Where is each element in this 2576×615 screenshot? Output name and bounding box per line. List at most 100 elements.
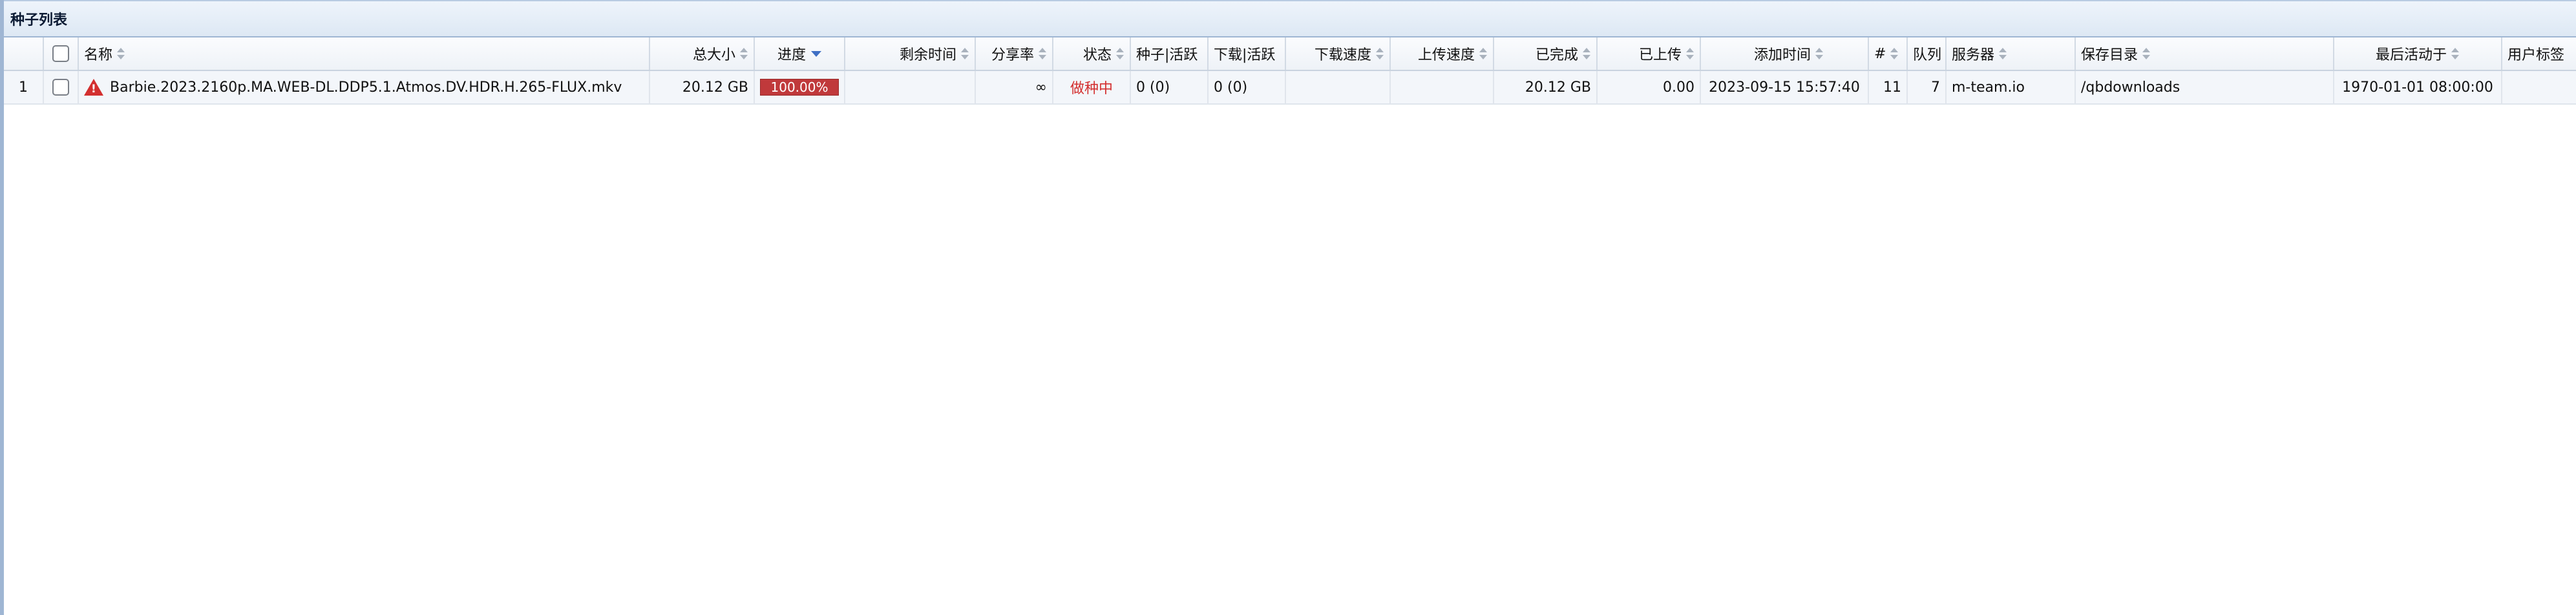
row-upspeed-cell	[1391, 71, 1494, 103]
row-hash-value: 11	[1883, 79, 1901, 96]
sort-arrows-icon	[739, 47, 748, 61]
col-header-queue[interactable]: 队列	[1908, 37, 1947, 70]
row-completed-value: 20.12 GB	[1525, 79, 1591, 96]
sort-arrows-icon	[2142, 47, 2151, 61]
sort-desc-icon	[811, 50, 821, 57]
panel-titlebar: 种子列表	[4, 0, 2576, 37]
sort-arrows-icon	[1685, 47, 1694, 61]
col-header-seeds[interactable]: 种子|活跃	[1131, 37, 1209, 70]
col-header-peers[interactable]: 下载|活跃	[1209, 37, 1286, 70]
row-peers-cell: 0 (0)	[1209, 71, 1286, 103]
row-dlspeed-cell	[1286, 71, 1391, 103]
col-header-tracker-label: 服务器	[1952, 47, 1995, 63]
row-save-path-cell: /qbdownloads	[2076, 71, 2334, 103]
col-header-progress-label: 进度	[777, 47, 806, 63]
row-queue-value: 7	[1931, 79, 1940, 96]
col-header-upspeed[interactable]: 上传速度	[1391, 37, 1494, 70]
row-last-activity-cell: 1970-01-01 08:00:00	[2334, 71, 2502, 103]
sort-arrows-icon	[1890, 47, 1899, 61]
panel-title: 种子列表	[10, 12, 68, 28]
row-size-value: 20.12 GB	[682, 79, 748, 96]
col-header-eta[interactable]: 剩余时间	[845, 37, 976, 70]
status-badge: 做种中	[1070, 81, 1113, 97]
torrent-table: 名称 总大小 进度 剩余时间 分享率 状态 种子|活跃 下载|活跃 下载速度 上…	[4, 37, 2576, 105]
row-queue-cell: 7	[1908, 71, 1947, 103]
row-progress-cell: 100.00%	[755, 71, 845, 103]
row-added-on-cell: 2023-09-15 15:57:40	[1701, 71, 1869, 103]
row-tags-cell	[2502, 71, 2576, 103]
col-header-uploaded[interactable]: 已上传	[1598, 37, 1701, 70]
col-header-state[interactable]: 状态	[1053, 37, 1131, 70]
col-header-dlspeed[interactable]: 下载速度	[1286, 37, 1391, 70]
col-header-tracker[interactable]: 服务器	[1947, 37, 2076, 70]
col-header-last-activity-label: 最后活动于	[2375, 47, 2447, 63]
col-header-ratio[interactable]: 分享率	[976, 37, 1053, 70]
col-header-select-all[interactable]	[44, 37, 79, 70]
col-header-upspeed-label: 上传速度	[1417, 47, 1475, 63]
row-last-activity-value: 1970-01-01 08:00:00	[2342, 79, 2493, 96]
row-hash-cell: 11	[1869, 71, 1908, 103]
row-ratio-value: ∞	[1035, 79, 1047, 96]
row-name-value: Barbie.2023.2160p.MA.WEB-DL.DDP5.1.Atmos…	[110, 79, 622, 96]
col-header-save-path[interactable]: 保存目录	[2076, 37, 2334, 70]
sort-arrows-icon	[960, 47, 969, 61]
col-header-completed-label: 已完成	[1535, 47, 1578, 63]
sort-arrows-icon	[1998, 47, 2007, 61]
table-row[interactable]: 1 Barbie.2023.2160p.MA.WEB-DL.DDP5.1.Atm…	[4, 71, 2576, 105]
row-added-on-value: 2023-09-15 15:57:40	[1709, 79, 1860, 96]
row-number-value: 1	[19, 79, 28, 96]
col-header-size[interactable]: 总大小	[650, 37, 755, 70]
col-header-added-on[interactable]: 添加时间	[1701, 37, 1869, 70]
row-state-cell: 做种中	[1053, 71, 1131, 103]
col-header-added-on-label: 添加时间	[1753, 47, 1811, 63]
sort-arrows-icon	[1038, 47, 1047, 61]
row-tracker-value: m-team.io	[1952, 79, 2025, 96]
sort-arrows-icon	[1815, 47, 1824, 61]
row-eta-cell	[845, 71, 976, 103]
row-seeds-value: 0 (0)	[1136, 79, 1170, 96]
col-header-name[interactable]: 名称	[79, 37, 650, 70]
col-header-save-path-label: 保存目录	[2081, 47, 2138, 63]
row-tracker-cell: m-team.io	[1947, 71, 2076, 103]
sort-arrows-icon	[116, 47, 125, 61]
warning-triangle-icon	[84, 79, 103, 96]
col-header-dlspeed-label: 下载速度	[1314, 47, 1371, 63]
torrent-list-window: 种子列表 名称 总大小 进度 剩余时间 分享率 状态 种子|活跃 下载|活跃 下…	[0, 0, 2576, 615]
col-header-size-label: 总大小	[692, 47, 735, 63]
col-header-row-number	[4, 37, 44, 70]
col-header-eta-label: 剩余时间	[899, 47, 956, 63]
row-completed-cell: 20.12 GB	[1494, 71, 1598, 103]
row-select-checkbox[interactable]	[52, 79, 69, 96]
col-header-progress[interactable]: 进度	[755, 37, 845, 70]
row-name-cell[interactable]: Barbie.2023.2160p.MA.WEB-DL.DDP5.1.Atmos…	[79, 71, 650, 103]
col-header-last-activity[interactable]: 最后活动于	[2334, 37, 2502, 70]
table-header-row: 名称 总大小 进度 剩余时间 分享率 状态 种子|活跃 下载|活跃 下载速度 上…	[4, 37, 2576, 71]
col-header-uploaded-label: 已上传	[1638, 47, 1682, 63]
sort-arrows-icon	[1582, 47, 1591, 61]
col-header-ratio-label: 分享率	[991, 47, 1034, 63]
sort-arrows-icon	[1375, 47, 1384, 61]
col-header-hash-label: #	[1874, 45, 1886, 62]
progress-bar: 100.00%	[760, 79, 839, 96]
col-header-seeds-label: 种子|活跃	[1136, 47, 1198, 63]
col-header-state-label: 状态	[1082, 47, 1112, 63]
select-all-checkbox[interactable]	[52, 45, 69, 62]
col-header-hash[interactable]: #	[1869, 37, 1908, 70]
col-header-tags[interactable]: 用户标签	[2502, 37, 2576, 70]
sort-arrows-icon	[2451, 47, 2460, 61]
col-header-name-label: 名称	[84, 47, 113, 63]
col-header-queue-label: 队列	[1913, 47, 1942, 63]
row-peers-value: 0 (0)	[1214, 79, 1248, 96]
sort-arrows-icon	[1479, 47, 1488, 61]
col-header-tags-label: 用户标签	[2507, 47, 2565, 63]
row-uploaded-cell: 0.00	[1598, 71, 1701, 103]
row-save-path-value: /qbdownloads	[2081, 79, 2180, 96]
row-uploaded-value: 0.00	[1663, 79, 1694, 96]
row-ratio-cell: ∞	[976, 71, 1053, 103]
sort-arrows-icon	[1115, 47, 1124, 61]
row-select-cell[interactable]	[44, 71, 79, 103]
row-number: 1	[4, 71, 44, 103]
row-size-cell: 20.12 GB	[650, 71, 755, 103]
row-seeds-cell: 0 (0)	[1131, 71, 1209, 103]
col-header-completed[interactable]: 已完成	[1494, 37, 1598, 70]
